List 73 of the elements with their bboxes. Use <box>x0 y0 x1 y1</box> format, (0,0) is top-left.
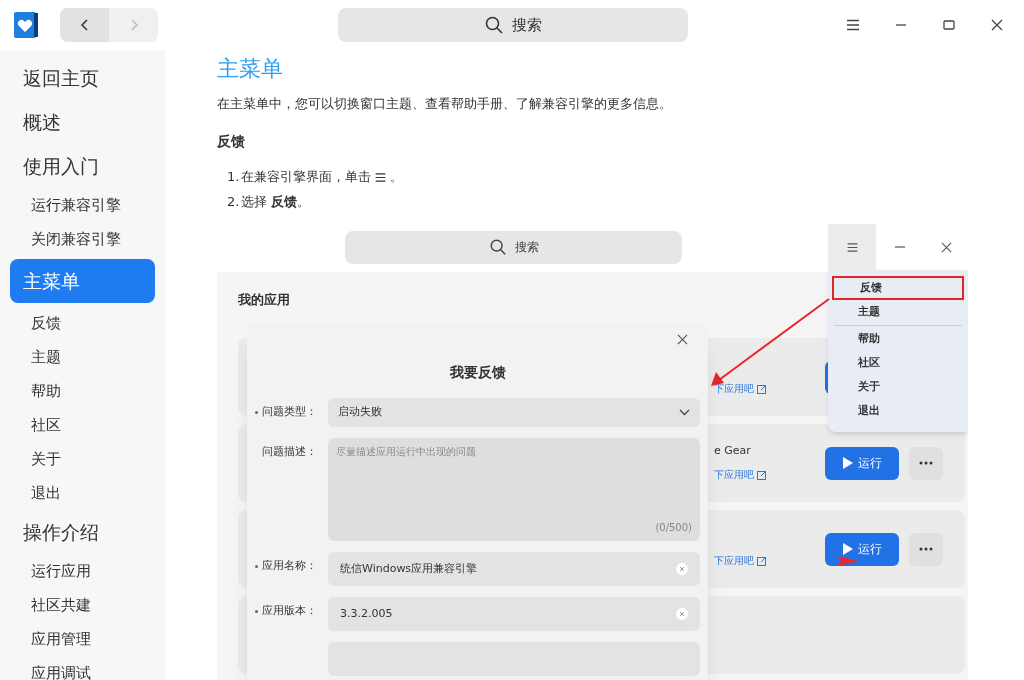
step-number: 1. <box>227 168 241 186</box>
dialog-title: 我要反馈 <box>448 363 507 382</box>
input-field: 3.3.2.005 <box>328 597 700 631</box>
edit-icon <box>757 556 767 566</box>
maximize-icon <box>943 19 955 31</box>
more-button[interactable] <box>909 532 943 566</box>
step-text: 。 <box>390 168 403 186</box>
step-text: 选择 反馈。 <box>241 193 311 211</box>
app-name: e Gear <box>714 444 752 458</box>
search-field[interactable]: 搜索 <box>338 8 688 42</box>
menu-item[interactable]: 退出 <box>832 399 964 423</box>
sidebar-item[interactable]: 运行应用 <box>10 554 155 588</box>
field-label: 应用名称： <box>262 558 317 575</box>
pointer-icon <box>837 554 859 568</box>
menu-item[interactable]: 关于 <box>832 375 964 399</box>
search-icon <box>488 238 507 256</box>
sidebar-item[interactable]: 应用管理 <box>10 622 155 656</box>
menu-icon <box>845 240 859 254</box>
sidebar-item[interactable]: 帮助 <box>10 374 155 408</box>
text-area: 尽量描述应用运行中出现的问题 (0/500) <box>328 438 700 541</box>
menu-icon <box>374 170 387 184</box>
menu-item[interactable]: 帮助 <box>832 327 964 351</box>
article-paragraph: 在主菜单中，您可以切换窗口主题、查看帮助手册、了解兼容引擎的更多信息。 <box>217 95 673 113</box>
sidebar-item[interactable]: 应用调试 <box>10 656 155 680</box>
sidebar-section[interactable]: 使用入门 <box>10 144 155 188</box>
article-title: 主菜单 <box>217 55 284 83</box>
search-icon <box>484 15 504 35</box>
sidebar-item[interactable]: 反馈 <box>10 306 155 340</box>
app-logo-icon <box>12 10 40 40</box>
panel-heading: 我的应用 <box>238 291 291 309</box>
section-heading: 反馈 <box>217 132 246 151</box>
field-label: 问题类型： <box>262 404 317 421</box>
chevron-left-icon <box>78 19 91 31</box>
edit-icon <box>757 384 767 394</box>
menu-item[interactable]: 反馈 <box>832 276 964 300</box>
sidebar-item[interactable]: 社区共建 <box>10 588 155 622</box>
sidebar-item[interactable]: 关于 <box>10 442 155 476</box>
more-icon <box>919 547 933 551</box>
char-counter: (0/500) <box>655 521 692 535</box>
play-icon <box>842 543 853 555</box>
menu-icon <box>845 17 861 33</box>
sidebar-item[interactable]: 运行兼容引擎 <box>10 188 155 222</box>
edit-icon <box>757 470 767 480</box>
chevron-down-icon <box>679 409 690 416</box>
field-label: 问题描述： <box>262 444 317 461</box>
app-link[interactable]: 下应用吧 <box>714 468 754 482</box>
close-icon <box>941 241 952 253</box>
close-icon <box>677 334 688 345</box>
menu-item[interactable]: 社区 <box>832 351 964 375</box>
clear-icon <box>676 563 688 575</box>
clear-icon <box>676 608 688 620</box>
menu-item[interactable]: 主题 <box>832 300 964 324</box>
more-icon <box>919 461 933 465</box>
app-link[interactable]: 下应用吧 <box>714 382 754 396</box>
sidebar-item[interactable]: 主题 <box>10 340 155 374</box>
sidebar-item[interactable]: 社区 <box>10 408 155 442</box>
close-icon <box>991 19 1003 31</box>
run-button[interactable]: 运行 <box>825 446 899 480</box>
app-link[interactable]: 下应用吧 <box>714 554 754 568</box>
step-number: 2. <box>227 193 241 211</box>
input-field: 统信Windows应用兼容引擎 <box>328 552 700 586</box>
step-text: 在兼容引擎界面，单击 <box>241 168 371 186</box>
select-field: 启动失败 <box>328 398 700 427</box>
sidebar-section[interactable]: 操作介绍 <box>10 510 155 554</box>
sidebar-section[interactable]: 返回主页 <box>10 56 155 100</box>
more-button[interactable] <box>909 446 943 480</box>
run-button[interactable]: 运行 <box>825 532 899 566</box>
sidebar-section[interactable]: 概述 <box>10 100 155 144</box>
sidebar-item[interactable]: 退出 <box>10 476 155 510</box>
sidebar-section[interactable]: 主菜单 <box>10 259 155 303</box>
field-label: 应用版本： <box>262 603 317 620</box>
play-icon <box>842 457 853 469</box>
sidebar-item[interactable]: 关闭兼容引擎 <box>10 222 155 256</box>
